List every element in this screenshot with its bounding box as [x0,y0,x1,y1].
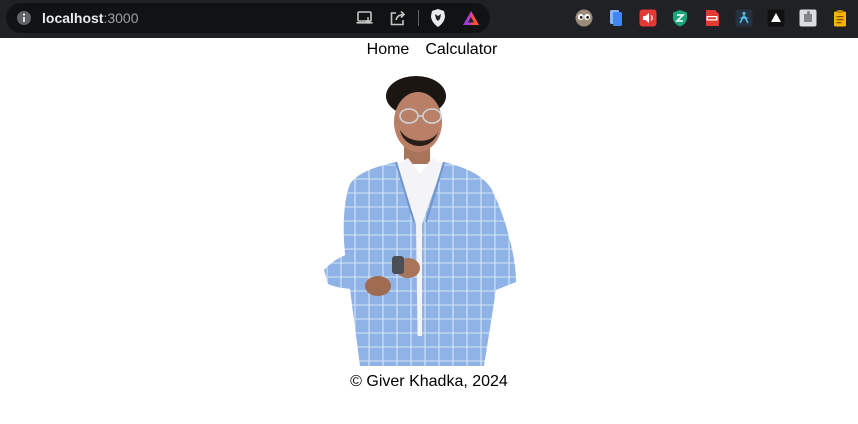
nav-link-calculator[interactable]: Calculator [425,40,497,60]
extension-pdf-icon[interactable] [703,9,721,27]
extension-tabs-icon[interactable] [607,9,625,27]
url-host: localhost [42,10,104,26]
address-bar-separator [418,10,419,26]
profile-photo [320,74,520,366]
extension-clipboard-icon[interactable] [831,9,849,27]
extension-eyes-icon[interactable] [575,9,593,27]
extension-accessibility-icon[interactable] [735,9,753,27]
extension-speaker-icon[interactable] [639,9,657,27]
url-port: :3000 [103,10,139,26]
url-text[interactable]: localhost:3000 [42,9,139,27]
share-icon[interactable] [388,8,408,28]
site-info-icon[interactable] [15,9,33,27]
install-app-icon[interactable] [355,8,375,28]
site-nav: Home Calculator [0,40,858,60]
address-bar[interactable]: localhost:3000 [6,3,490,33]
browser-toolbar: localhost:3000 [0,0,858,38]
extension-shield-icon[interactable] [671,9,689,27]
brave-shields-icon[interactable] [428,8,448,28]
nav-link-home[interactable]: Home [361,40,410,60]
extension-puzzle-icon[interactable] [799,9,817,27]
footer-copyright: © Giver Khadka, 2024 [350,373,508,390]
brave-rewards-icon[interactable] [461,8,481,28]
extension-arrow-icon[interactable] [767,9,785,27]
